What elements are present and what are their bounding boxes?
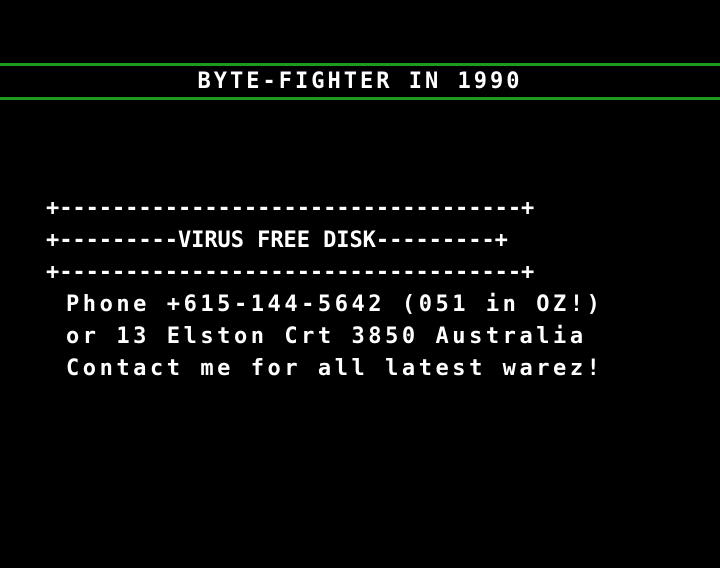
box-border-bottom: +-----------------------------------+ — [46, 260, 535, 285]
message-line-contact: Contact me for all latest warez! — [66, 356, 604, 381]
box-border-top: +-----------------------------------+ — [46, 196, 535, 221]
message-line-address: or 13 Elston Crt 3850 Australia — [66, 324, 587, 349]
page-title: BYTE-FIGHTER IN 1990 — [197, 69, 523, 94]
message-line-phone: Phone +615-144-5642 (051 in OZ!) — [66, 292, 604, 317]
box-label-line: +---------VIRUS FREE DISK---------+ — [46, 228, 508, 253]
top-green-rule — [0, 63, 720, 66]
screen: BYTE-FIGHTER IN 1990 +------------------… — [0, 0, 720, 568]
bottom-green-rule — [0, 97, 720, 100]
